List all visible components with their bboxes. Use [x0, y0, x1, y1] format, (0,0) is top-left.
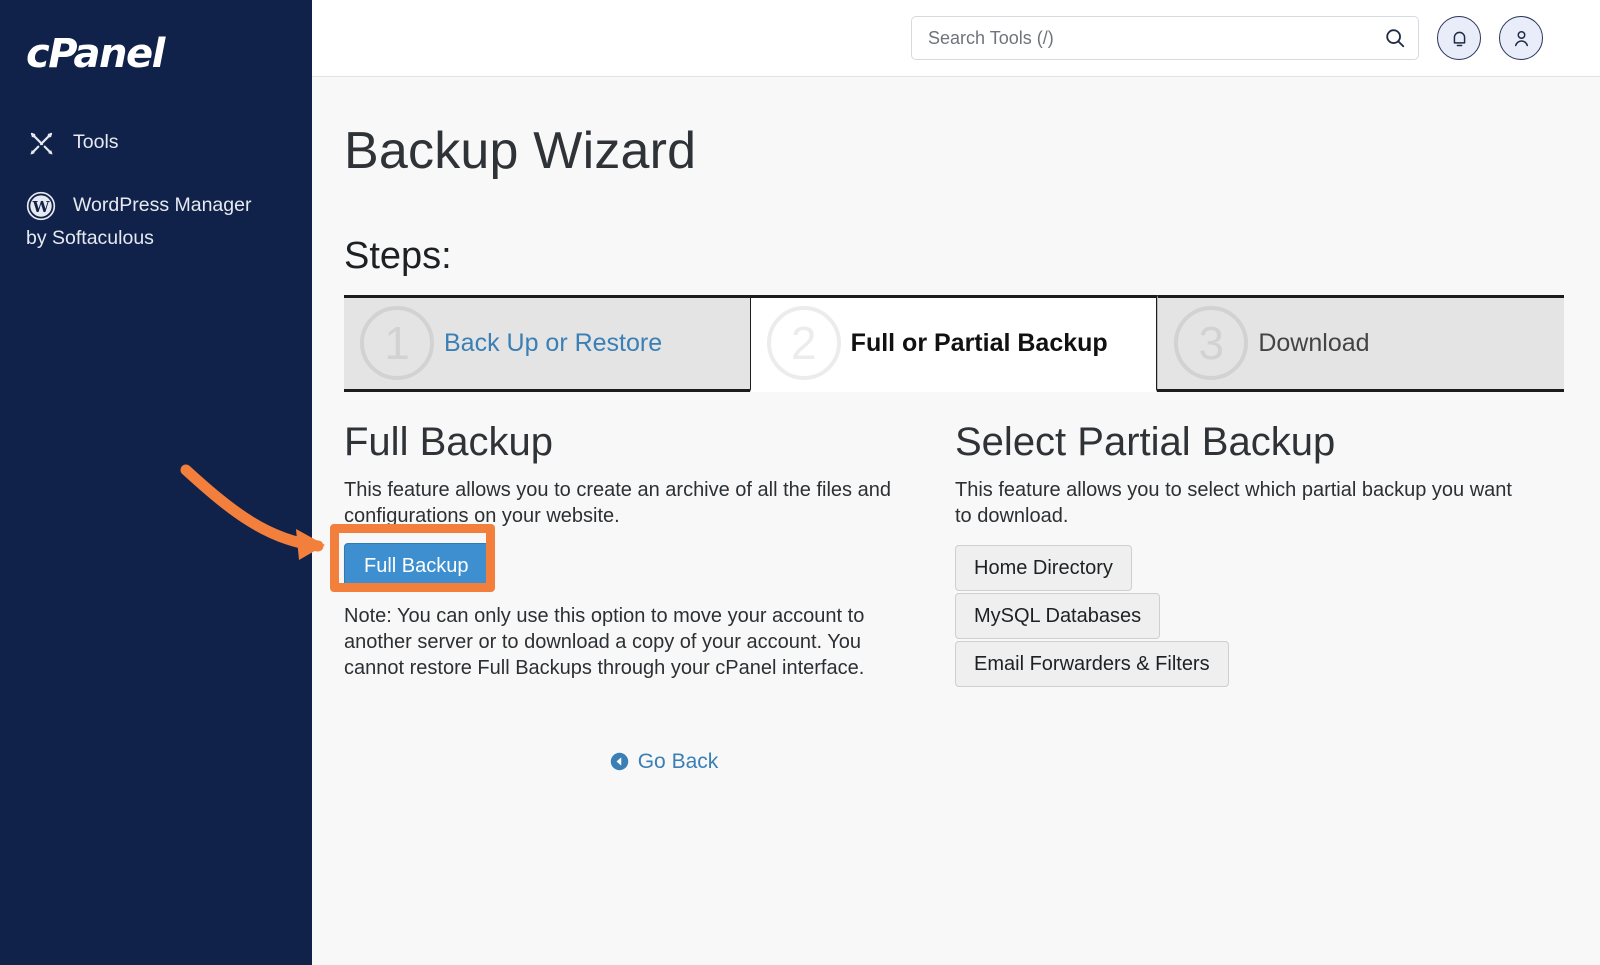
full-backup-button[interactable]: Full Backup	[344, 542, 489, 589]
topbar	[312, 0, 1600, 77]
content: Backup Wizard Steps: 1 Back Up or Restor…	[312, 77, 1600, 965]
partial-backup-buttons: Home Directory MySQL Databases Email For…	[955, 544, 1327, 687]
sidebar-item-tools[interactable]: Tools	[0, 126, 312, 160]
steps-heading: Steps:	[344, 235, 452, 278]
wordpress-icon: W	[26, 191, 56, 221]
full-backup-note: Note: You can only use this option to mo…	[344, 604, 865, 679]
full-backup-button-wrap: Full Backup	[344, 529, 489, 589]
step-1-label: Back Up or Restore	[444, 329, 663, 358]
sidebar-item-wordpress-manager[interactable]: W WordPress Manager	[0, 189, 312, 223]
email-forwarders-filters-button[interactable]: Email Forwarders & Filters	[955, 640, 1229, 687]
tools-icon	[26, 128, 56, 158]
search-icon[interactable]	[1381, 24, 1409, 52]
backup-options: Full Backup This feature allows you to c…	[344, 420, 1564, 687]
steps-tablist: 1 Back Up or Restore 2 Full or Partial B…	[344, 294, 1565, 392]
sidebar-nav: Tools W WordPress Manager by Softaculous	[0, 126, 312, 251]
step-tab-2[interactable]: 2 Full or Partial Backup	[749, 294, 1158, 392]
search-container	[911, 16, 1419, 60]
account-button[interactable]	[1499, 16, 1543, 60]
full-backup-description: This feature allows you to create an arc…	[344, 478, 891, 527]
cpanel-logo: cPanel	[26, 31, 165, 77]
step-3-number: 3	[1174, 306, 1249, 381]
cpanel-app: cPanel Tools W WordPress Manager by Soft…	[0, 0, 1600, 965]
partial-backup-title: Select Partial Backup	[955, 419, 1336, 464]
page-title: Backup Wizard	[344, 122, 697, 180]
step-2-number: 2	[766, 306, 841, 381]
svg-text:W: W	[32, 198, 51, 216]
sidebar: cPanel Tools W WordPress Manager by Soft…	[0, 0, 312, 965]
arrow-circle-left-icon	[610, 752, 629, 771]
step-tab-1[interactable]: 1 Back Up or Restore	[344, 294, 750, 389]
partial-backup-section: Select Partial Backup This feature allow…	[953, 420, 1564, 687]
go-back-label: Go Back	[637, 749, 719, 773]
notifications-button[interactable]	[1437, 16, 1481, 60]
go-back-row: Go Back	[344, 750, 1564, 774]
brand[interactable]: cPanel	[0, 0, 312, 74]
partial-backup-description: This feature allows you to select which …	[955, 478, 1512, 527]
step-3-label: Download	[1258, 329, 1370, 358]
sidebar-item-tools-label: Tools	[73, 131, 119, 154]
step-1-number: 1	[360, 306, 434, 381]
step-2-label: Full or Partial Backup	[850, 329, 1108, 358]
step-tab-3[interactable]: 3 Download	[1157, 294, 1565, 389]
sidebar-item-wordpress-manager-sublabel: by Softaculous	[26, 227, 154, 249]
full-backup-section: Full Backup This feature allows you to c…	[344, 420, 953, 687]
sidebar-item-wordpress-manager-label: WordPress Manager	[73, 194, 252, 217]
search-input[interactable]	[911, 16, 1419, 60]
full-backup-title: Full Backup	[344, 419, 553, 464]
home-directory-button[interactable]: Home Directory	[955, 544, 1132, 591]
go-back-link[interactable]: Go Back	[610, 749, 719, 774]
mysql-databases-button[interactable]: MySQL Databases	[955, 592, 1161, 639]
main-area: Backup Wizard Steps: 1 Back Up or Restor…	[312, 0, 1600, 965]
